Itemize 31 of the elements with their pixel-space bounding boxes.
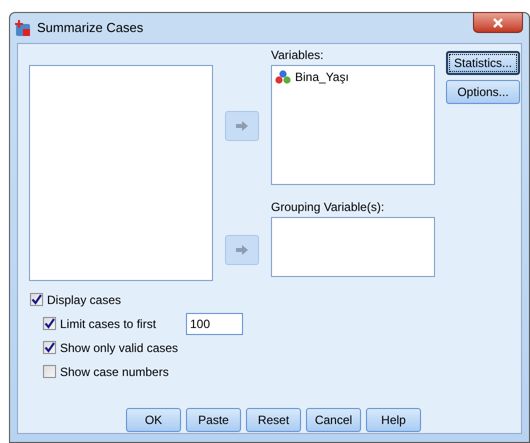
number-field[interactable]: 100 (186, 312, 243, 334)
dialog-button[interactable]: Statistics... (446, 51, 520, 75)
dialog-button[interactable]: Reset (246, 408, 301, 432)
variables-label: Variables: (271, 48, 324, 62)
app-icon (14, 19, 32, 37)
arrow-icon (235, 244, 249, 256)
window-title: Summarize Cases (37, 19, 144, 38)
dialog-button[interactable]: Paste (186, 408, 241, 432)
grouping-variable-list[interactable] (271, 217, 435, 277)
variables-list[interactable]: Bina_Yaşı (271, 65, 435, 185)
dialog-button[interactable]: Cancel (306, 408, 361, 432)
dialog-button[interactable]: OK (126, 408, 181, 432)
checkbox[interactable] (30, 293, 43, 306)
variable-item[interactable]: Bina_Yaşı (295, 68, 349, 86)
checkbox[interactable] (43, 341, 56, 354)
checkbox-label: Show only valid cases (60, 340, 180, 356)
move-button[interactable] (225, 235, 259, 265)
dialog-button[interactable]: Options... (446, 80, 520, 104)
checkbox-label: Limit cases to first (60, 316, 158, 332)
checkbox-label: Show case numbers (60, 364, 170, 380)
move-button[interactable] (225, 111, 259, 141)
checkbox-label: Display cases (47, 292, 122, 308)
variable-type-icon (275, 70, 291, 84)
arrow-icon (235, 120, 249, 132)
close-button[interactable] (473, 12, 523, 33)
dialog-button[interactable]: Help (366, 408, 421, 432)
grouping-label: Grouping Variable(s): (271, 200, 386, 214)
source-variable-list[interactable] (29, 65, 213, 281)
checkbox[interactable] (43, 365, 56, 378)
close-icon (492, 18, 504, 28)
checkbox[interactable] (43, 317, 56, 330)
